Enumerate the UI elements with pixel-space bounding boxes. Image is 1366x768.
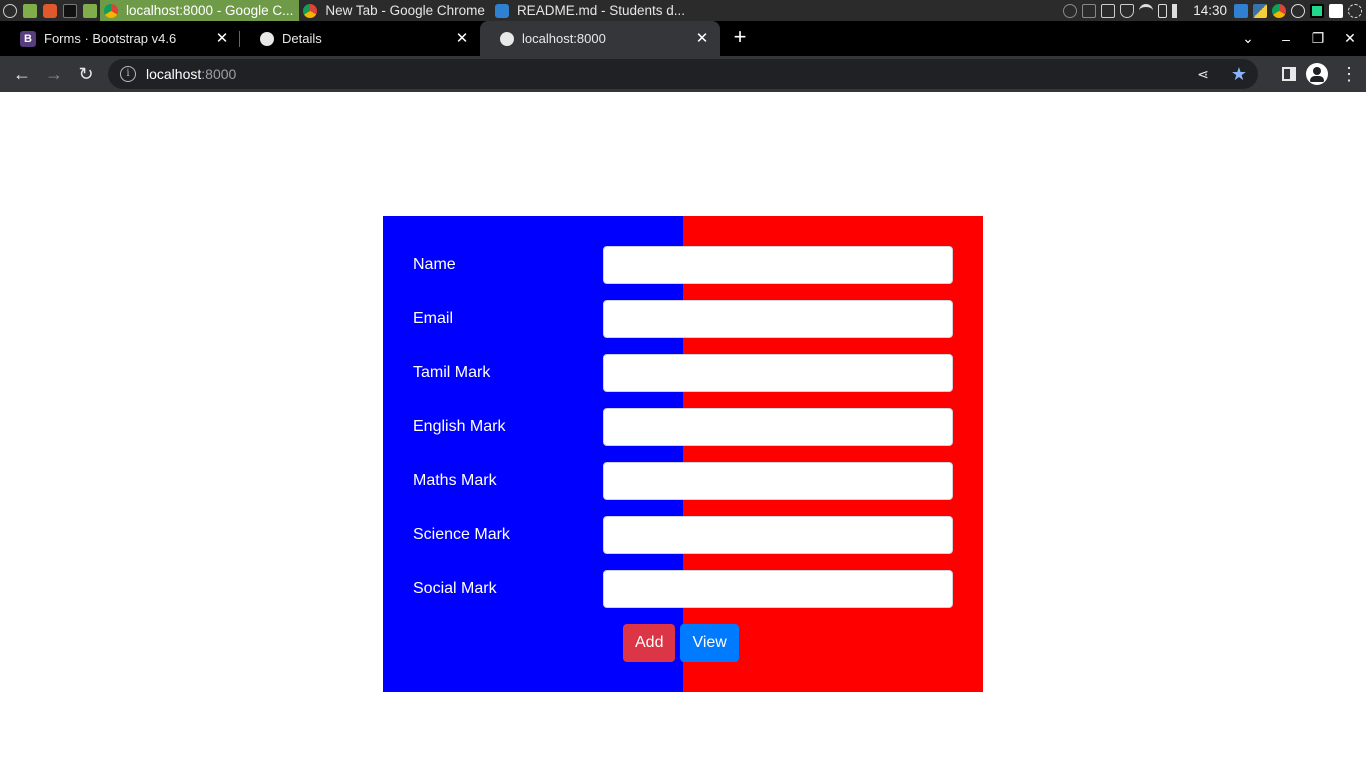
form-actions: Add View	[623, 624, 739, 662]
close-icon[interactable]: ✕	[694, 30, 710, 47]
tab-search-chevron-icon[interactable]: ⌄	[1232, 30, 1264, 47]
pocket-icon[interactable]	[1329, 3, 1343, 18]
wifi-icon[interactable]	[1139, 3, 1154, 18]
settings-tray-icon[interactable]	[1348, 3, 1362, 18]
forward-arrow-icon[interactable]: →	[38, 58, 70, 90]
terminal-icon[interactable]	[63, 3, 77, 18]
social-mark-input[interactable]	[603, 570, 953, 608]
restore-icon[interactable]: ❐	[1302, 30, 1334, 47]
tab-title: localhost:8000	[522, 31, 606, 46]
tab-title: Forms · Bootstrap v4.6	[44, 31, 177, 46]
view-button[interactable]: View	[680, 624, 739, 662]
english-mark-label: English Mark	[413, 418, 506, 435]
chrome-tray-icon[interactable]	[1272, 3, 1286, 18]
form-row-email: Email	[413, 300, 953, 338]
name-label: Name	[413, 256, 456, 273]
new-tab-button[interactable]: +	[726, 24, 754, 52]
share-icon[interactable]: ⋖	[1192, 63, 1214, 85]
vscode-tray-icon[interactable]	[1234, 3, 1248, 18]
chrome-icon	[303, 3, 318, 18]
taskbar-item-vscode[interactable]: README.md - Students d...	[491, 0, 691, 21]
browser-tab-strip: B Forms · Bootstrap v4.6 ✕ Details ✕ loc…	[0, 21, 1366, 56]
globe-icon	[260, 31, 274, 46]
minimize-icon[interactable]: ‒	[1270, 31, 1302, 47]
url-port: :8000	[201, 66, 237, 82]
github-icon[interactable]	[1291, 3, 1305, 18]
maths-mark-label: Maths Mark	[413, 472, 497, 489]
vscode-icon	[494, 3, 509, 18]
form-row-english-mark: English Mark	[413, 408, 953, 446]
tamil-mark-input[interactable]	[603, 354, 953, 392]
science-mark-input[interactable]	[603, 516, 953, 554]
social-mark-label: Social Mark	[413, 580, 497, 597]
python-icon[interactable]	[1253, 3, 1267, 18]
update-shield-icon[interactable]	[1120, 3, 1135, 18]
chrome-icon	[104, 3, 118, 18]
form-row-social-mark: Social Mark	[413, 570, 953, 608]
address-bar[interactable]: i localhost:8000 ⋖ ★	[108, 59, 1258, 89]
close-icon[interactable]: ✕	[454, 30, 470, 47]
english-mark-input[interactable]	[603, 408, 953, 446]
taskbar-item-label: localhost:8000 - Google C...	[126, 3, 294, 18]
reload-icon[interactable]: ↻	[70, 58, 102, 90]
tab-localhost[interactable]: localhost:8000 ✕	[480, 21, 720, 56]
info-icon[interactable]: i	[120, 66, 136, 82]
science-mark-label: Science Mark	[413, 526, 510, 543]
taskbar-item-chrome-newtab[interactable]: New Tab - Google Chrome	[299, 0, 491, 21]
taskbar-item-label: New Tab - Google Chrome	[325, 3, 485, 18]
profile-avatar[interactable]	[1306, 63, 1328, 85]
side-panel-icon[interactable]	[1282, 67, 1296, 81]
form-row-science-mark: Science Mark	[413, 516, 953, 554]
add-button[interactable]: Add	[623, 624, 676, 662]
close-window-icon[interactable]: ✕	[1334, 30, 1366, 47]
pycharm-icon[interactable]	[1310, 3, 1324, 18]
tamil-mark-label: Tamil Mark	[413, 364, 491, 381]
taskbar-item-chrome-localhost[interactable]: localhost:8000 - Google C...	[100, 0, 300, 21]
menu-icon[interactable]	[3, 3, 17, 18]
student-marks-form: Name Email Tamil Mark English Mark Maths…	[383, 216, 983, 692]
notifications-muted-icon[interactable]	[1063, 3, 1078, 18]
bookmark-star-icon[interactable]: ★	[1228, 63, 1250, 85]
folder-icon[interactable]	[83, 3, 97, 18]
url-host: localhost	[146, 66, 202, 82]
email-input[interactable]	[603, 300, 953, 338]
tab-details[interactable]: Details ✕	[240, 21, 480, 56]
form-row-name: Name	[413, 246, 953, 284]
maths-mark-input[interactable]	[603, 462, 953, 500]
os-top-panel: localhost:8000 - Google C... New Tab - G…	[0, 0, 1366, 21]
tab-title: Details	[282, 31, 322, 46]
form-row-maths-mark: Maths Mark	[413, 462, 953, 500]
form-row-tamil-mark: Tamil Mark	[413, 354, 953, 392]
clock[interactable]: 14:30	[1193, 3, 1227, 18]
battery-icon[interactable]	[1158, 3, 1168, 18]
close-icon[interactable]: ✕	[214, 30, 230, 47]
window-controls: ⌄ ‒ ❐ ✕	[1232, 21, 1366, 56]
files-icon[interactable]	[23, 3, 37, 18]
firefox-icon[interactable]	[43, 3, 57, 18]
more-menu-icon[interactable]: ⋮	[1338, 63, 1360, 85]
taskbar-item-label: README.md - Students d...	[516, 3, 685, 18]
bootstrap-icon: B	[20, 30, 36, 47]
page-viewport: Name Email Tamil Mark English Mark Maths…	[0, 92, 1366, 768]
bluetooth-icon[interactable]	[1082, 3, 1097, 18]
back-arrow-icon[interactable]: ←	[6, 58, 38, 90]
globe-icon	[500, 31, 514, 46]
clipboard-icon[interactable]	[1101, 3, 1116, 18]
name-input[interactable]	[603, 246, 953, 284]
email-label: Email	[413, 310, 454, 327]
volume-icon[interactable]	[1172, 3, 1186, 18]
tab-bootstrap-forms[interactable]: B Forms · Bootstrap v4.6 ✕	[0, 21, 240, 56]
browser-toolbar: ← → ↻ i localhost:8000 ⋖ ★ ⋮	[0, 56, 1366, 92]
